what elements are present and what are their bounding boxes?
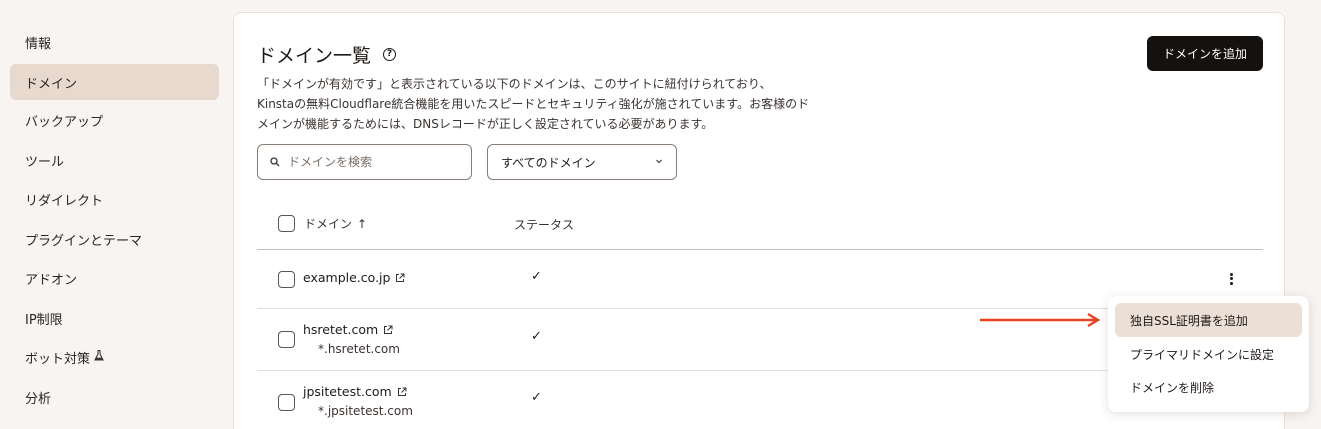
domains-description: 「ドメインが有効です」と表示されている以下のドメインは、このサイトに紐付けられて… [257,74,837,134]
domain-filter-select[interactable]: すべてのドメイン [487,144,677,180]
domain-name: hsretet.com [303,322,379,337]
domain-name: example.co.jp [303,270,391,285]
domain-column-header[interactable]: ドメイン ↑ [278,215,367,232]
domain-link[interactable]: example.co.jp [303,270,405,285]
sidebar-item-tools[interactable]: ツール [10,142,219,178]
header-divider [257,249,1263,250]
search-box [257,144,472,180]
external-link-icon[interactable] [383,325,393,335]
row-checkbox[interactable] [278,271,295,288]
menu-item-add-custom-ssl[interactable]: 独自SSL証明書を追加 [1115,303,1302,337]
wildcard-subdomain: *.hsretet.com [318,342,400,356]
status-check-icon: ✓ [531,390,542,405]
filter-selected-value: すべてのドメイン [501,155,596,170]
menu-item-label: プライマリドメインに設定 [1130,347,1275,362]
wildcard-subdomain: *.jpsitetest.com [318,404,413,418]
page-title-text: ドメイン一覧 [257,45,372,67]
chevron-down-icon [656,159,662,164]
domain-name: jpsitetest.com [303,384,392,399]
description-line: Kinstaの無料Cloudflare統合機能を用いたスピードとセキュリティ強化… [257,97,810,111]
add-domain-button[interactable]: ドメインを追加 [1147,36,1263,71]
help-circle-icon[interactable]: ? [383,48,397,61]
sidebar-item-label: ドメイン [25,76,78,92]
domain-header-label: ドメイン [304,217,353,231]
sidebar: 情報 ドメイン バックアップ ツール リダイレクト プラグインとテーマ アドオン… [0,0,230,429]
sidebar-item-label: ボット対策 [25,351,91,367]
search-icon [270,157,280,167]
description-line: メインが機能するためには、DNSレコードが正しく設定されている必要があります。 [257,117,714,131]
external-link-icon[interactable] [397,387,407,397]
sidebar-item-label: 情報 [25,36,52,52]
sidebar-item-label: バックアップ [25,114,104,130]
status-header-label: ステータス [514,218,575,232]
sidebar-item-bot-protection[interactable]: ボット対策 [10,339,219,375]
flask-icon [94,349,104,364]
description-line: 「ドメインが有効です」と表示されている以下のドメインは、このサイトに紐付けられて… [257,77,772,91]
page-title: ドメイン一覧 ? [257,41,397,68]
sidebar-item-label: リダイレクト [25,193,104,209]
sidebar-item-analytics[interactable]: 分析 [10,379,219,415]
sort-ascending-icon: ↑ [357,216,368,231]
menu-item-label: ドメインを削除 [1130,380,1215,395]
sidebar-item-label: プラグインとテーマ [25,233,143,249]
sidebar-item-backups[interactable]: バックアップ [10,102,219,138]
status-check-icon: ✓ [531,269,542,284]
sidebar-item-ip-restriction[interactable]: IP制限 [10,300,219,336]
row-checkbox[interactable] [278,331,295,348]
sidebar-item-info[interactable]: 情報 [10,24,219,60]
menu-item-delete-domain[interactable]: ドメインを削除 [1115,370,1302,404]
select-all-checkbox[interactable] [278,215,295,232]
status-column-header: ステータス [514,216,574,233]
sidebar-item-label: ツール [25,154,65,170]
arrow-annotation-icon [980,312,1101,328]
domain-link[interactable]: jpsitetest.com [303,384,407,399]
search-input[interactable] [288,155,458,169]
sidebar-item-plugins-themes[interactable]: プラグインとテーマ [10,221,219,257]
menu-item-label: 独自SSL証明書を追加 [1130,313,1248,328]
external-link-icon[interactable] [395,273,405,283]
domain-link[interactable]: hsretet.com [303,322,393,337]
sidebar-item-label: 分析 [25,391,52,407]
row-checkbox[interactable] [278,394,295,411]
sidebar-item-label: アドオン [25,272,78,288]
menu-item-set-primary-domain[interactable]: プライマリドメインに設定 [1115,337,1302,371]
row-actions-menu: 独自SSL証明書を追加 プライマリドメインに設定 ドメインを削除 [1108,296,1309,412]
more-actions-icon[interactable] [1228,271,1234,286]
status-check-icon: ✓ [531,329,542,344]
sidebar-item-label: IP制限 [25,312,63,328]
sidebar-item-addons[interactable]: アドオン [10,260,219,296]
sidebar-item-domains[interactable]: ドメイン [10,64,219,100]
sidebar-item-redirects[interactable]: リダイレクト [10,181,219,217]
